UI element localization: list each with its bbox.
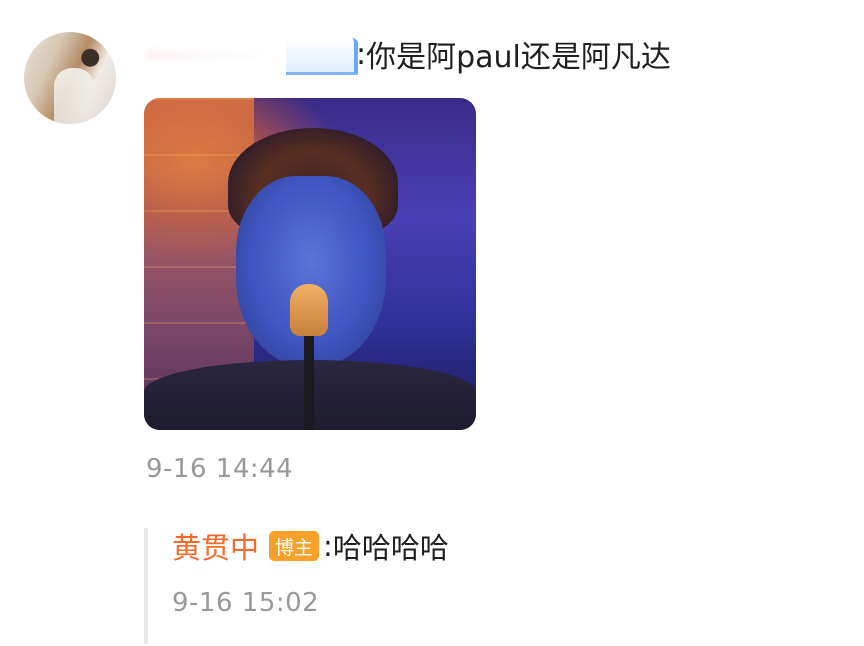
author-badge: 博主	[269, 531, 320, 561]
comment-line: : 你是阿paul还是阿凡达	[146, 34, 671, 75]
reply-text: 哈哈哈哈	[332, 531, 449, 565]
reply-separator: :	[323, 529, 333, 563]
reply-divider	[144, 528, 148, 644]
commenter-avatar[interactable]	[24, 32, 116, 124]
comment-image[interactable]	[144, 98, 476, 430]
reply-line: 黄贯中 博主 : 哈哈哈哈	[172, 525, 449, 567]
reply-timestamp: 9-16 15:02	[172, 588, 320, 618]
comment-text: 你是阿paul还是阿凡达	[366, 40, 671, 75]
comment-timestamp: 9-16 14:44	[146, 454, 294, 484]
reply-author-name[interactable]: 黄贯中	[172, 525, 259, 567]
commenter-username-redacted[interactable]	[146, 36, 358, 75]
